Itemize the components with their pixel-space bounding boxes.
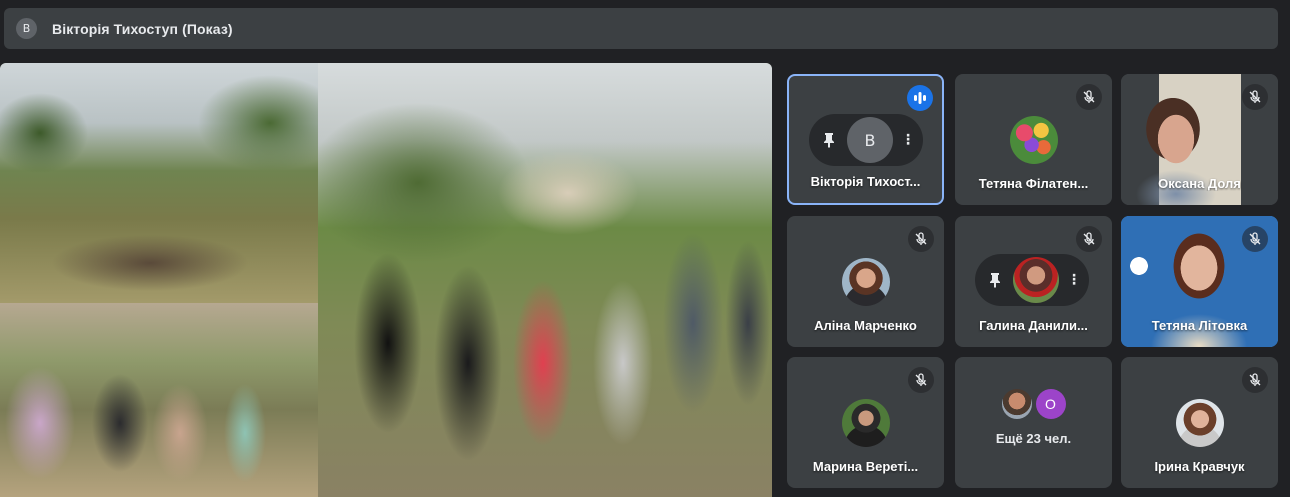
- participant-name: Тетяна Літовка: [1151, 318, 1248, 333]
- more-participants-tile[interactable]: О Ещё 23 чел.: [955, 357, 1112, 488]
- mic-off-icon: [908, 367, 934, 393]
- more-vert-icon[interactable]: ⋮: [1067, 272, 1081, 288]
- mic-off-icon: [1076, 226, 1102, 252]
- mic-off-icon: [1076, 84, 1102, 110]
- meeting-stage: В Вікторія Тихоступ (Показ) В ⋮ Вікторія…: [0, 0, 1290, 497]
- presenter-title-bar: В Вікторія Тихоступ (Показ): [4, 8, 1278, 49]
- mic-off-icon: [1242, 367, 1268, 393]
- participant-name: Галина Данили...: [979, 318, 1088, 333]
- participant-name: Оксана Доля: [1158, 176, 1241, 191]
- participant-tile-alina[interactable]: Аліна Марченко: [787, 216, 944, 347]
- participant-avatar-letter: О: [1035, 389, 1066, 419]
- audio-levels-icon: [907, 85, 933, 111]
- participant-avatar: [841, 258, 890, 306]
- participant-avatar: [1009, 116, 1058, 164]
- pin-icon[interactable]: [819, 130, 839, 150]
- presenter-title: Вікторія Тихоступ (Показ): [52, 20, 233, 37]
- participant-avatar: [841, 399, 890, 447]
- mic-off-icon: [908, 226, 934, 252]
- participant-tile-viktoriia[interactable]: В ⋮ Вікторія Тихост...: [787, 74, 944, 205]
- tile-hover-controls: ⋮: [975, 254, 1089, 306]
- participant-tile-maryna[interactable]: Марина Вереті...: [787, 357, 944, 488]
- participant-name: Вікторія Тихост...: [810, 174, 921, 189]
- presenter-avatar: В: [16, 18, 37, 39]
- hover-avatar-button[interactable]: В: [847, 117, 893, 163]
- mic-off-icon: [1242, 226, 1268, 252]
- participant-name: Марина Вереті...: [812, 459, 919, 474]
- photo-group-top-left: [0, 63, 318, 303]
- photo-group-bottom-left: [0, 303, 318, 497]
- participant-tile-tetiana-f[interactable]: Тетяна Філатен...: [955, 74, 1112, 205]
- more-participants-avatars: О: [1001, 389, 1066, 419]
- window-edge: [1290, 0, 1301, 497]
- participant-name: Аліна Марченко: [814, 318, 917, 333]
- mic-off-icon: [1242, 84, 1268, 110]
- photo-group-main: [318, 63, 772, 497]
- tile-hover-controls: В ⋮: [809, 114, 923, 166]
- participant-name: Ірина Кравчук: [1154, 459, 1245, 474]
- participant-tile-tetiana-l[interactable]: Тетяна Літовка: [1121, 216, 1278, 347]
- participant-tile-halyna[interactable]: ⋮ Галина Данили...: [955, 216, 1112, 347]
- more-vert-icon[interactable]: ⋮: [901, 132, 915, 148]
- pin-icon[interactable]: [985, 270, 1005, 290]
- shared-screen[interactable]: [0, 63, 772, 497]
- participant-avatar: [1175, 399, 1224, 447]
- more-participants-count: Ещё 23 чел.: [995, 431, 1072, 446]
- hover-avatar-button[interactable]: [1013, 257, 1059, 303]
- participant-tile-iryna[interactable]: Ірина Кравчук: [1121, 357, 1278, 488]
- participant-tile-oksana[interactable]: Оксана Доля: [1121, 74, 1278, 205]
- participant-name: Тетяна Філатен...: [978, 176, 1089, 191]
- participant-avatar: [1001, 389, 1032, 419]
